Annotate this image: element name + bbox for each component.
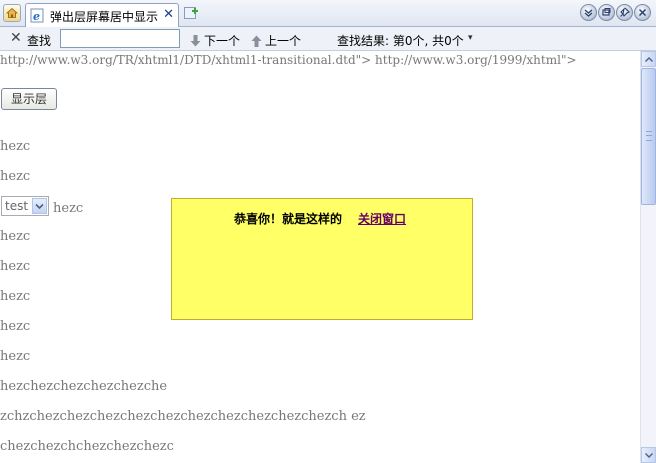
popup-close-link[interactable]: 关闭窗口 [358,210,406,227]
restore-button[interactable] [598,4,615,21]
tab-title: 弹出层屏幕居中显示 [50,10,159,24]
find-input[interactable] [60,29,180,48]
chevron-down-icon[interactable]: ▾ [468,33,473,43]
pin-button[interactable] [616,4,633,21]
test-select[interactable]: test [1,196,49,216]
svg-text:e: e [33,10,40,23]
vertical-scrollbar[interactable] [640,51,656,463]
arrow-down-icon [190,35,201,47]
close-icon [638,8,647,17]
chevron-down-button[interactable] [580,4,597,21]
chevron-up-icon [645,57,653,62]
arrow-up-icon [251,35,262,47]
scroll-grip [646,131,652,141]
select-value: test [5,199,29,213]
find-bar: ✕ 查找 下一个 上一个 查找结果: 第0个, 共0个 ▾ [0,27,656,51]
tab-strip: e 弹出层屏幕居中显示 ✕ [0,0,656,27]
doctype-text: http://www.w3.org/TR/xhtml1/DTD/xhtml1-t… [0,53,577,67]
popup-layer: 恭喜你！就是这样的 关闭窗口 [171,198,473,320]
home-button[interactable] [3,4,21,22]
find-prev-label: 上一个 [265,34,302,48]
home-icon [6,7,18,18]
text-line: hezc [0,169,31,184]
restore-icon [602,8,611,16]
chevron-down-icon [645,453,653,458]
find-next-button[interactable]: 下一个 [190,32,240,49]
new-tab-icon[interactable] [183,5,199,21]
text-line: hezc [0,319,31,334]
close-icon[interactable]: ✕ [10,30,22,46]
scroll-down-button[interactable] [641,447,656,463]
chevron-down-icon [35,203,44,210]
select-arrow-button[interactable] [32,198,47,214]
tab-active[interactable]: e 弹出层屏幕居中显示 ✕ [25,3,179,27]
text-line: zchzchezchezchezchezchezchezchezchezchez… [0,409,366,424]
text-line: chezchezchchezchezchezc [0,439,174,454]
text-line: hezc [53,201,84,216]
find-result-text: 查找结果: 第0个, 共0个 [337,34,464,48]
text-line: hezc [0,349,31,364]
chevron-down-icon [584,9,593,17]
show-layer-button[interactable]: 显示层 [1,88,57,110]
text-line: hezc [0,259,31,274]
ie-page-icon: e [30,8,44,23]
text-line: hezc [0,139,31,154]
find-next-label: 下一个 [204,34,241,48]
scroll-up-button[interactable] [641,51,656,67]
scroll-thumb[interactable] [641,68,656,205]
text-line: hezc [0,289,31,304]
find-label: 查找 [27,34,52,48]
popup-message: 恭喜你！就是这样的 [234,212,343,226]
text-line: hezchezchezchezchezche [0,379,168,394]
find-prev-button[interactable]: 上一个 [251,32,301,49]
pin-icon [620,7,630,17]
close-window-button[interactable] [634,4,651,21]
close-icon[interactable]: ✕ [163,8,174,22]
text-line: hezc [0,229,31,244]
